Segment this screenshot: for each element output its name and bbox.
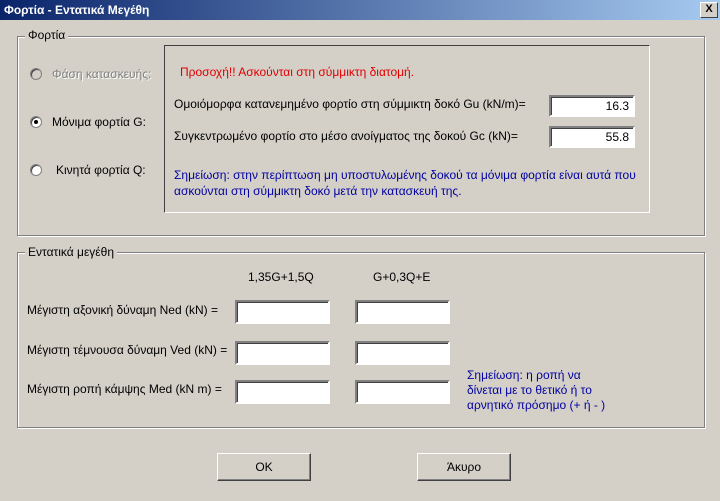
gc-label: Συγκεντρωμένο φορτίο στο μέσο ανοίγματος… — [174, 129, 518, 143]
ved-input-col1[interactable] — [235, 341, 330, 365]
ned-input-col2[interactable] — [355, 300, 450, 324]
gc-input[interactable] — [549, 126, 635, 148]
cancel-button[interactable]: Άκυρο — [417, 453, 511, 481]
radio-live-indicator — [30, 164, 42, 176]
radio-permanent-loads[interactable]: Μόνιμα φορτία G: — [30, 115, 146, 129]
gu-label: Ομοιόμορφα κατανεμημένο φορτίο στη σύμμι… — [174, 97, 526, 111]
med-input-col1[interactable] — [235, 380, 330, 404]
loads-group-legend: Φορτία — [25, 28, 69, 42]
ned-input-col1[interactable] — [235, 300, 330, 324]
med-input-col2[interactable] — [355, 380, 450, 404]
loads-note-line1: Σημείωση: στην περίπτωση μη υποστυλωμένη… — [174, 168, 636, 182]
ok-button[interactable]: OK — [217, 453, 311, 481]
radio-permanent-label: Μόνιμα φορτία G: — [52, 115, 146, 129]
close-button[interactable]: X — [700, 2, 718, 18]
moment-note-line1: Σημείωση: η ροπή να — [467, 368, 581, 382]
title-bar: Φορτία - Εντατικά Μεγέθη X — [0, 0, 720, 20]
radio-construction-phase[interactable]: Φάση κατασκευής: — [30, 67, 151, 81]
ved-input-col2[interactable] — [355, 341, 450, 365]
ved-label: Μέγιστη τέμνουσα δύναμη Ved (kN) = — [27, 343, 228, 357]
col2-header: G+0,3Q+E — [373, 270, 431, 284]
col1-header: 1,35G+1,5Q — [248, 270, 314, 284]
radio-live-loads[interactable]: Κινητά φορτία Q: — [30, 163, 146, 177]
warning-text: Προσοχή!! Ασκούνται στη σύμμικτη διατομή… — [180, 65, 415, 79]
med-label: Μέγιστη ροπή κάμψης Med (kN m) = — [27, 382, 222, 396]
loads-note-line2: ασκούνται στη σύμμικτη δοκό μετά την κατ… — [174, 184, 462, 198]
moment-note-line3: αρνητικό πρόσημο (+ ή - ) — [467, 398, 606, 412]
radio-permanent-indicator — [30, 116, 42, 128]
gu-input[interactable] — [549, 95, 635, 117]
radio-construction-label: Φάση κατασκευής: — [52, 67, 152, 81]
radio-live-label: Κινητά φορτία Q: — [56, 163, 146, 177]
radio-construction-indicator — [30, 68, 42, 80]
window-title: Φορτία - Εντατικά Μεγέθη — [4, 3, 150, 17]
ned-label: Μέγιστη αξονική δύναμη Ned (kN) = — [27, 303, 218, 317]
moment-note-line2: δίνεται με το θετικό ή το — [467, 383, 592, 397]
forces-group-legend: Εντατικά μεγέθη — [25, 245, 118, 259]
